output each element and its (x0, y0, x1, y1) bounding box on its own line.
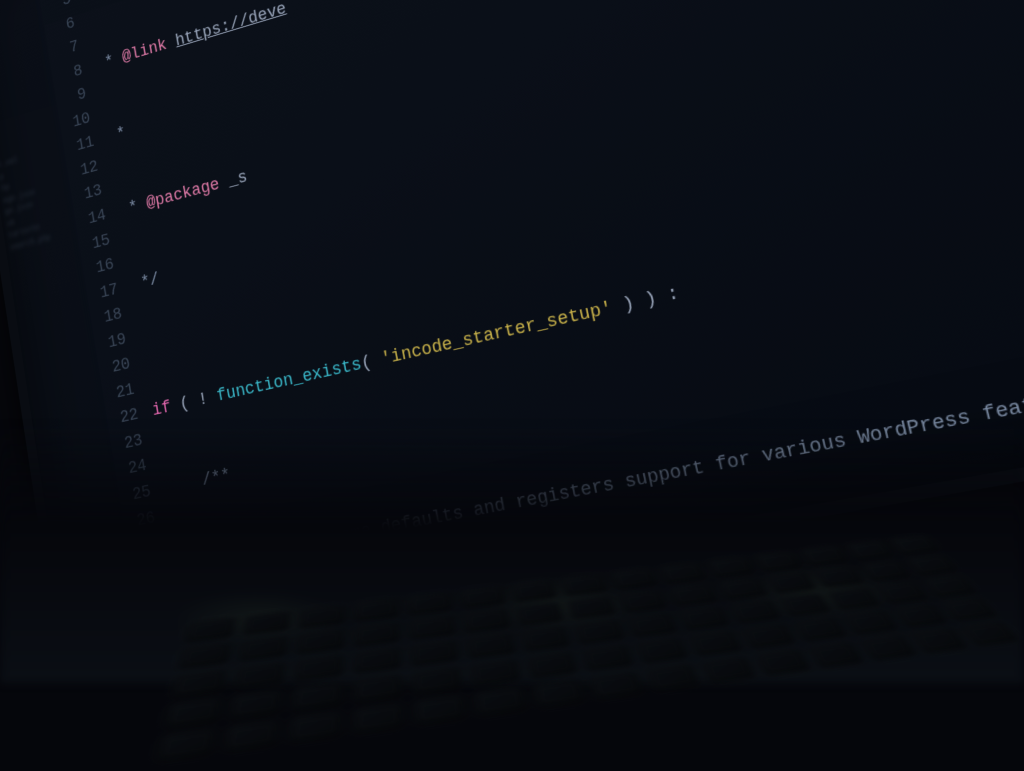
package-name: _s (227, 166, 249, 191)
doc-tag-link: @link (121, 34, 169, 67)
doc-comment: * (94, 48, 123, 75)
function-call: function_exists (215, 354, 363, 407)
string-literal: 'incode_starter_setup' (379, 297, 614, 370)
doc-comment: * (83, 0, 103, 3)
doc-url: https://deve (174, 0, 288, 51)
doc-comment: */ (130, 268, 160, 295)
doc-comment: * (118, 194, 148, 221)
doc-tag-package: @package (145, 174, 221, 213)
doc-comment: * (106, 123, 127, 147)
